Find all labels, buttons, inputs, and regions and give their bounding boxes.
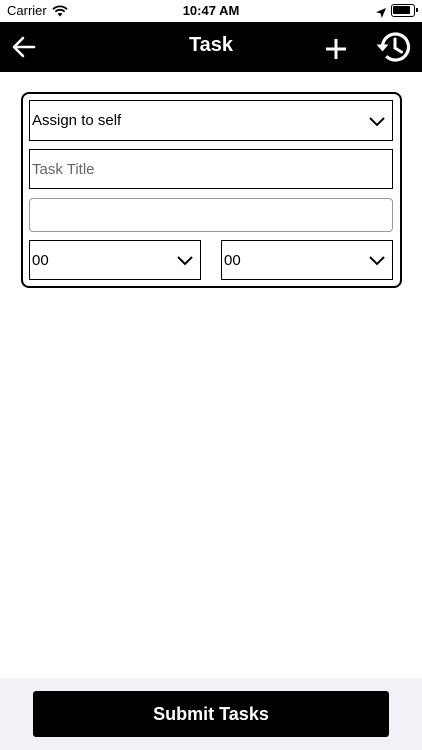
assign-dropdown[interactable]: Assign to self: [29, 100, 393, 141]
location-arrow-icon: [376, 5, 386, 23]
minute-value: 00: [224, 251, 241, 269]
task-title-input[interactable]: Task Title: [29, 149, 393, 189]
minute-dropdown[interactable]: 00: [221, 240, 393, 280]
hour-dropdown[interactable]: 00: [29, 240, 201, 280]
submit-tasks-button[interactable]: Submit Tasks: [33, 691, 389, 737]
chevron-down-icon: [369, 116, 385, 126]
hour-value: 00: [32, 251, 49, 269]
task-form-card: Assign to self Task Title 00 00: [21, 92, 402, 288]
chevron-down-icon: [177, 256, 193, 266]
task-title-placeholder: Task Title: [32, 160, 95, 178]
assign-value: Assign to self: [32, 112, 122, 129]
nav-bar: Task: [0, 22, 422, 72]
history-icon[interactable]: [374, 27, 414, 67]
page-title: Task: [188, 34, 234, 56]
status-bar: Carrier 10:47 AM: [0, 0, 422, 22]
plus-icon[interactable]: [322, 35, 350, 63]
battery-icon: [391, 4, 418, 17]
chevron-down-icon: [369, 256, 385, 266]
task-description-input[interactable]: [29, 198, 393, 232]
bottom-bar: Submit Tasks: [0, 678, 422, 750]
clock-time: 10:47 AM: [182, 3, 240, 18]
